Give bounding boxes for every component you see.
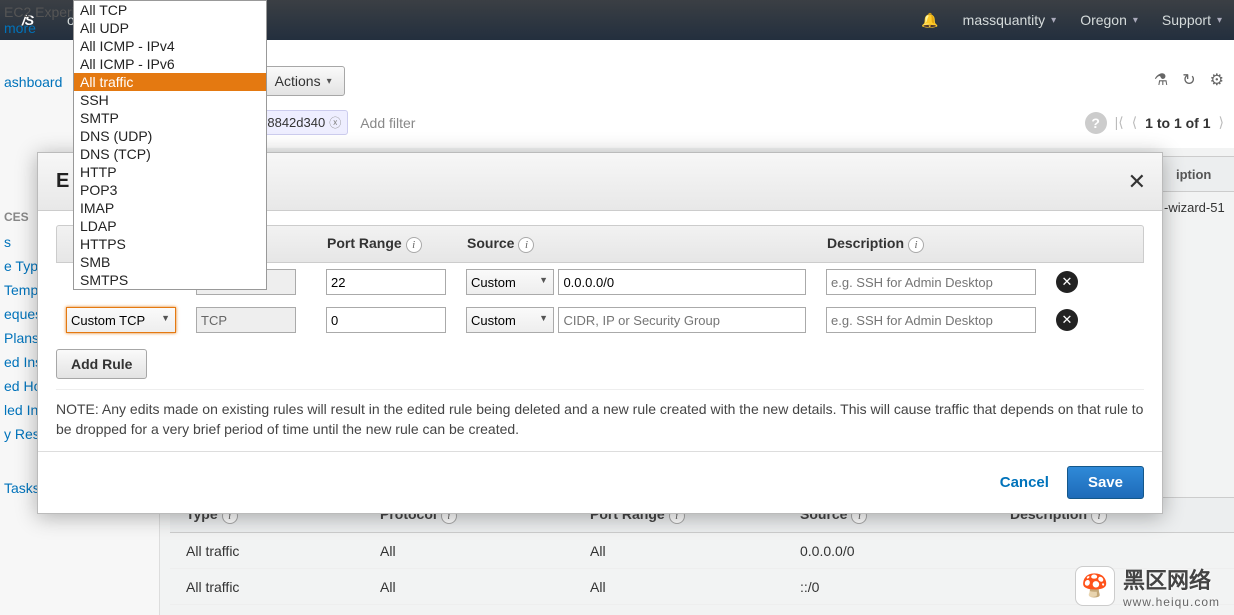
watermark-title: 黑区网络 [1123,563,1220,595]
save-button[interactable]: Save [1067,466,1144,499]
rule-row: Custom TCP Custom ✕ [56,301,1144,339]
dropdown-option[interactable]: All ICMP - IPv6 [74,55,266,73]
chevron-down-icon: ▾ [1133,15,1138,26]
help-icon[interactable]: ? [1085,112,1107,134]
dropdown-option[interactable]: IMAP [74,199,266,217]
cell-port: All [590,543,800,559]
info-icon[interactable]: i [518,237,534,253]
dropdown-option[interactable]: DNS (UDP) [74,127,266,145]
type-select[interactable]: Custom TCP [66,307,176,333]
cell-proto: All [380,543,590,559]
cell-source: ::/0 [800,579,1010,595]
region-menu[interactable]: Oregon ▾ [1068,0,1150,40]
dropdown-option[interactable]: HTTPS [74,235,266,253]
port-range-input[interactable] [326,269,446,295]
source-input[interactable] [558,307,806,333]
prev-page-icon[interactable]: ⟨ [1132,114,1137,131]
modal-footer: Cancel Save [38,451,1162,513]
protocol-input [196,307,296,333]
pagination: ? |⟨ ⟨ 1 to 1 of 1 ⟩ [1085,112,1224,134]
cell-type: All traffic [170,579,380,595]
add-rule-button[interactable]: Add Rule [56,349,147,379]
col-source-label: Source [467,235,514,251]
support-menu[interactable]: Support ▾ [1150,0,1234,40]
dropdown-option[interactable]: SMTP [74,109,266,127]
cell-port: All [590,579,800,595]
chevron-down-icon: ▾ [327,76,332,87]
col-port-label: Port Range [327,235,402,251]
watermark: 🍄 黑区网络 www.heiqu.com [1075,563,1220,609]
gear-icon[interactable]: ⚙ [1210,70,1224,90]
note-text: NOTE: Any edits made on existing rules w… [56,389,1144,439]
source-type-select[interactable]: Custom [466,307,554,333]
cell-sg-name: -wizard-51 [1164,200,1234,215]
add-filter-input[interactable]: Add filter [352,115,415,131]
info-icon[interactable]: i [406,237,422,253]
dropdown-option[interactable]: All UDP [74,19,266,37]
dropdown-option[interactable]: LDAP [74,217,266,235]
col-desc-label: Description [827,235,904,251]
chevron-down-icon: ▾ [1051,15,1056,26]
dropdown-option[interactable]: HTTP [74,163,266,181]
actions-button[interactable]: Actions ▾ [262,66,345,96]
cell-type: All traffic [170,543,380,559]
delete-rule-icon[interactable]: ✕ [1056,309,1078,331]
first-page-icon[interactable]: |⟨ [1115,114,1124,131]
col-description: iption [1164,167,1234,182]
refresh-icon[interactable]: ↻ [1182,70,1195,90]
flask-icon[interactable]: ⚗ [1154,70,1168,90]
dropdown-option[interactable]: POP3 [74,181,266,199]
modal-title: E [56,170,69,193]
close-icon[interactable]: ⓧ [329,114,341,131]
type-dropdown[interactable]: All TCPAll UDPAll ICMP - IPv4All ICMP - … [73,0,267,290]
cell-proto: All [380,579,590,595]
port-range-input[interactable] [326,307,446,333]
watermark-icon: 🍄 [1075,566,1115,606]
account-menu[interactable]: massquantity ▾ [951,0,1069,40]
dropdown-option[interactable]: SMB [74,253,266,271]
bell-icon[interactable]: 🔔 [909,0,950,40]
close-icon[interactable]: ✕ [1128,169,1146,195]
watermark-url: www.heiqu.com [1123,595,1220,609]
dropdown-option[interactable]: All TCP [74,1,266,19]
source-input[interactable] [558,269,806,295]
dropdown-option[interactable]: All traffic [74,73,266,91]
delete-rule-icon[interactable]: ✕ [1056,271,1078,293]
user-label: massquantity [963,12,1045,28]
support-label: Support [1162,12,1211,28]
page-range: 1 to 1 of 1 [1145,115,1210,131]
description-input[interactable] [826,269,1036,295]
chevron-down-icon: ▾ [1217,15,1222,26]
source-type-select[interactable]: Custom [466,269,554,295]
dropdown-option[interactable]: DNS (TCP) [74,145,266,163]
dropdown-option[interactable]: All ICMP - IPv4 [74,37,266,55]
description-input[interactable] [826,307,1036,333]
dropdown-option[interactable]: SSH [74,91,266,109]
cell-source: 0.0.0.0/0 [800,543,1010,559]
next-page-icon[interactable]: ⟩ [1219,114,1224,131]
cancel-button[interactable]: Cancel [1000,474,1049,491]
region-label: Oregon [1080,12,1127,28]
actions-label: Actions [275,73,321,89]
info-icon[interactable]: i [908,237,924,253]
dropdown-option[interactable]: SMTPS [74,271,266,289]
